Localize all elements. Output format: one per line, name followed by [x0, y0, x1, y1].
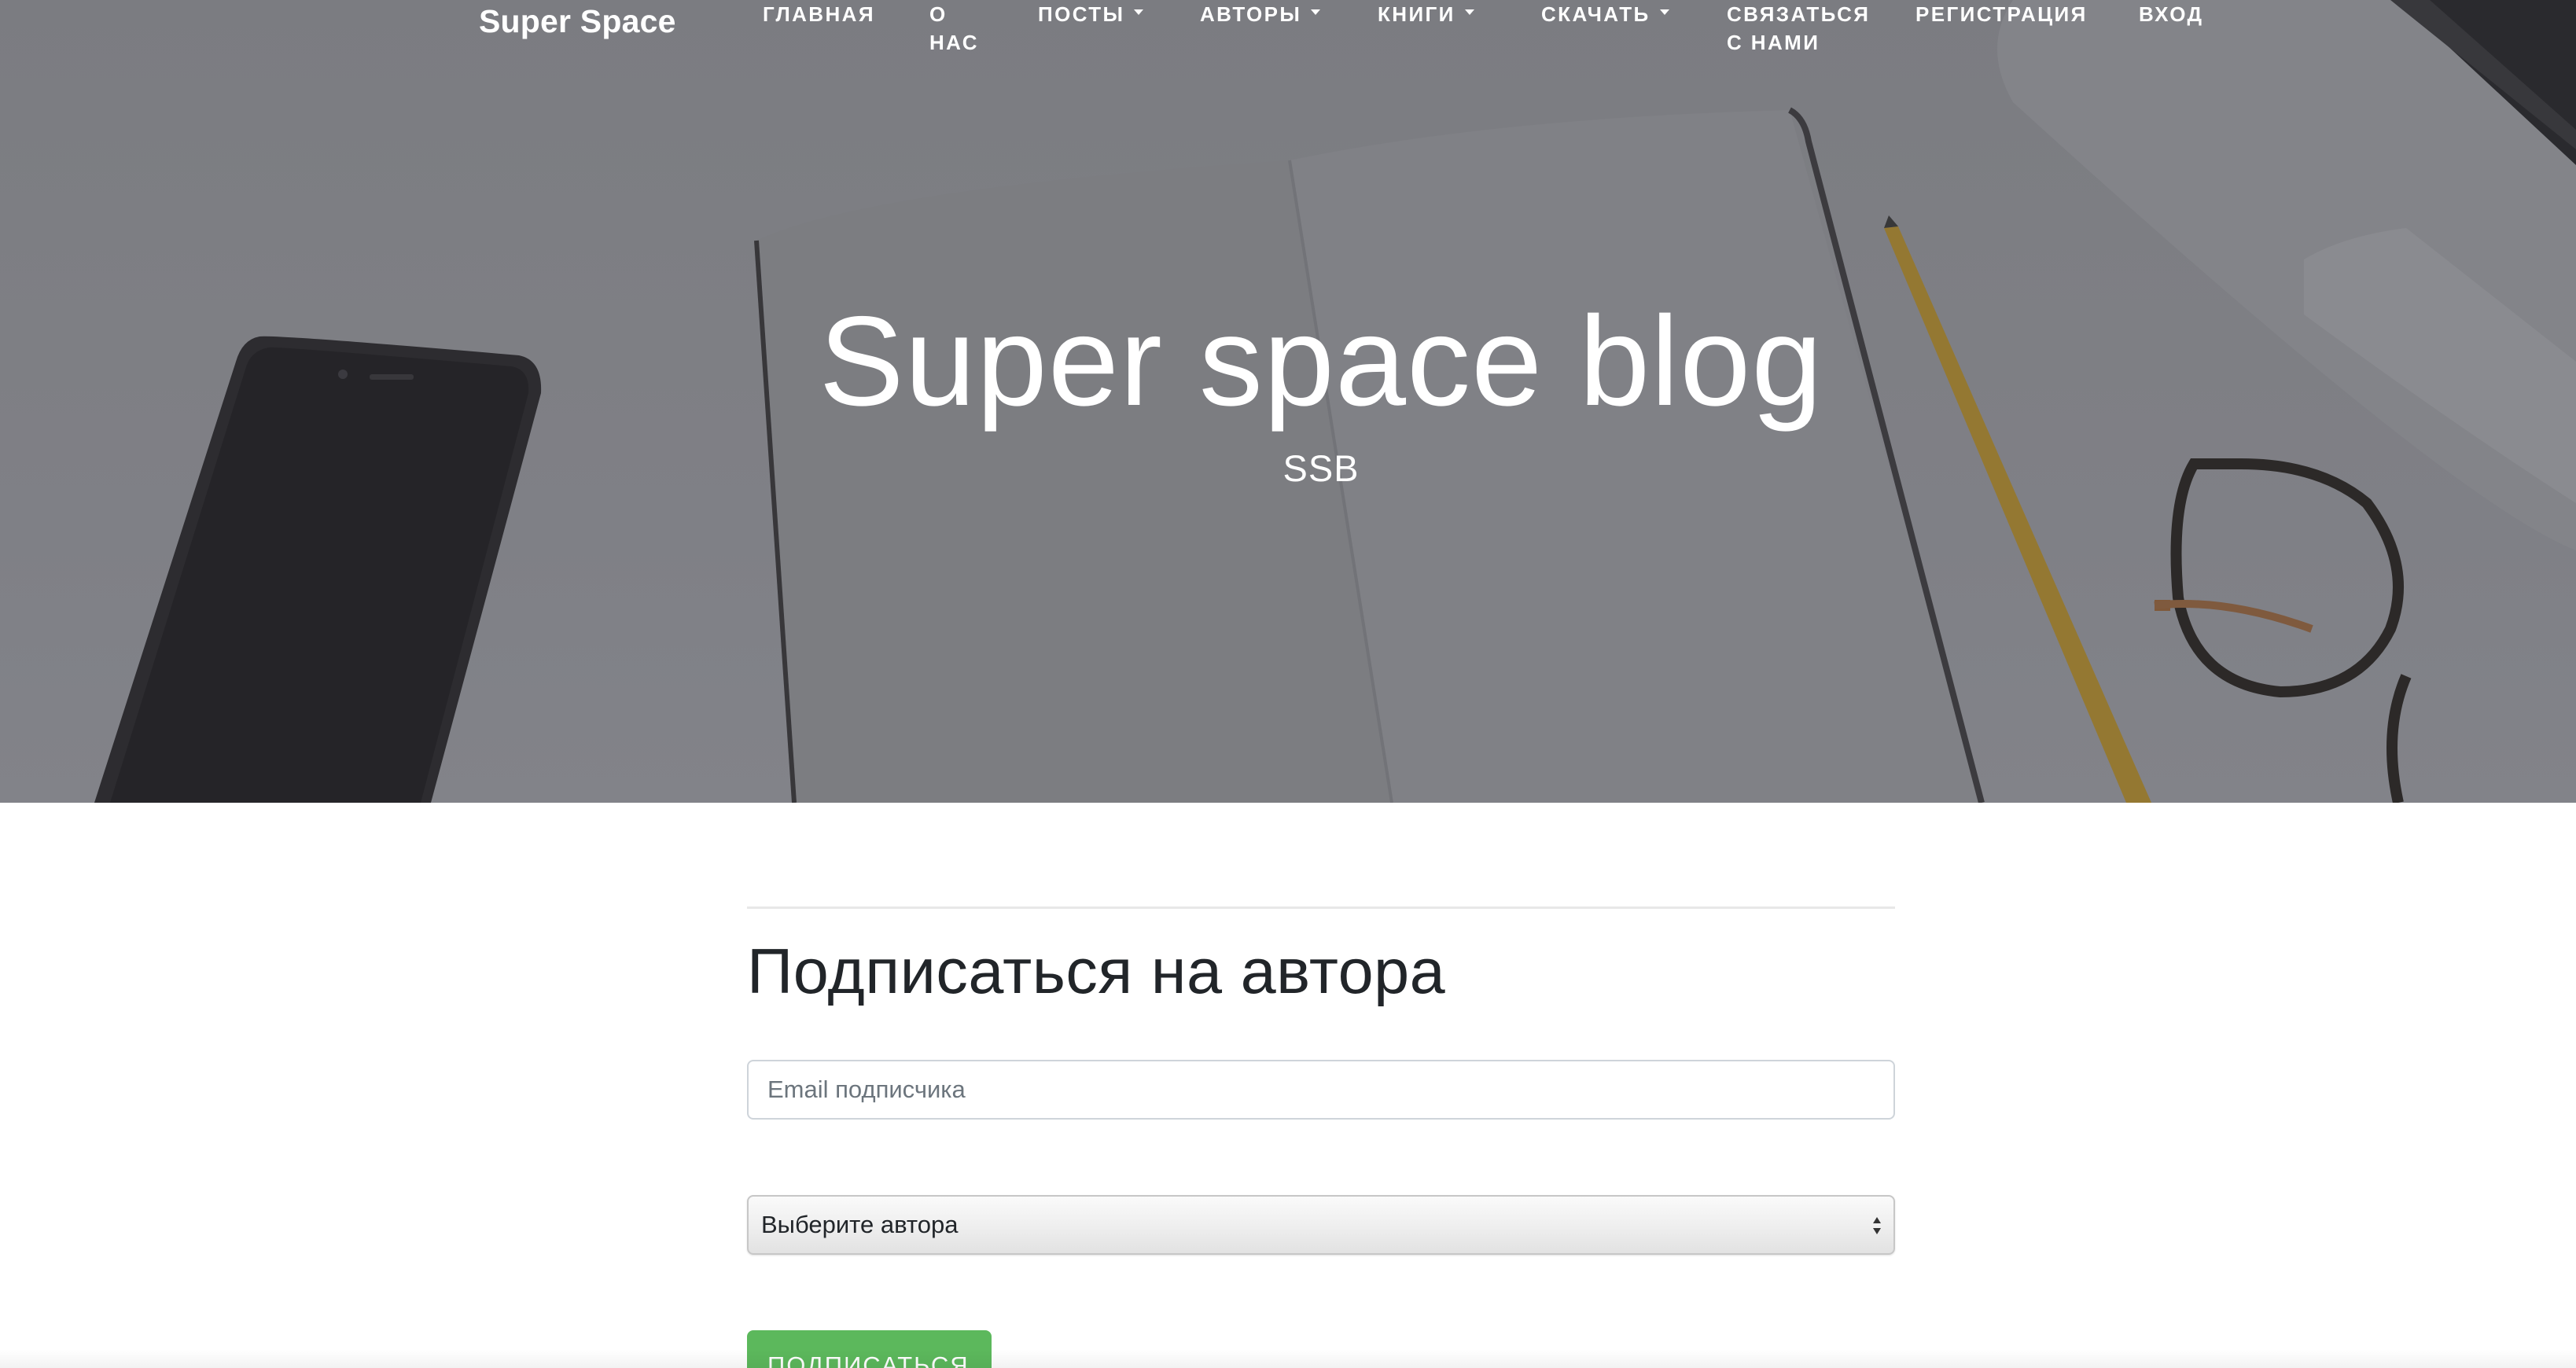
nav-item-authors[interactable]: Авторы: [1200, 0, 1321, 28]
hero-header: Super Space Главная О нас Посты Авторы К…: [0, 0, 2576, 803]
hero-title: Super space blog: [819, 290, 1823, 432]
hero-subtitle: SSB: [1282, 447, 1360, 489]
nav-item-books[interactable]: Книги: [1378, 0, 1474, 28]
nav-item-label: Регистрация: [1915, 2, 2088, 26]
nav-item-label: с нами: [1727, 31, 1820, 54]
author-select[interactable]: Выберите автора: [747, 1195, 1895, 1255]
nav-item-label: Авторы: [1200, 2, 1302, 26]
nav-item-register[interactable]: Регистрация: [1915, 0, 2088, 28]
caret-down-icon: [1659, 9, 1669, 15]
select-updown-icon: [1873, 1217, 1881, 1234]
nav-item-contact[interactable]: Связаться с нами: [1727, 0, 1870, 57]
nav-item-label: нас: [929, 31, 979, 54]
nav-item-label: Вход: [2139, 2, 2204, 26]
nav-item-label: О: [929, 2, 948, 26]
nav-item-home[interactable]: Главная: [763, 0, 875, 28]
nav-item-label: Скачать: [1541, 2, 1650, 26]
nav-item-label: Главная: [763, 2, 875, 26]
subscribe-button[interactable]: Подписаться: [747, 1330, 992, 1368]
nav-item-posts[interactable]: Посты: [1038, 0, 1144, 28]
nav-item-label: Посты: [1038, 2, 1125, 26]
section-divider: [747, 906, 1895, 909]
caret-down-icon: [1311, 9, 1321, 15]
nav-item-about[interactable]: О нас: [929, 0, 979, 57]
caret-down-icon: [1464, 9, 1474, 15]
caret-down-icon: [1134, 9, 1144, 15]
subscribe-form-title: Подписаться на автора: [747, 936, 1446, 1007]
subscriber-email-input[interactable]: [747, 1060, 1895, 1120]
nav-item-label: Книги: [1378, 2, 1455, 26]
nav-item-download[interactable]: Скачать: [1541, 0, 1669, 28]
nav-item-label: Связаться: [1727, 2, 1871, 26]
nav-item-login[interactable]: Вход: [2139, 0, 2203, 28]
author-select-value: Выберите автора: [761, 1211, 959, 1238]
viewport-bottom-shadow: [0, 1349, 2576, 1368]
brand-logo-link[interactable]: Super Space: [479, 3, 676, 46]
